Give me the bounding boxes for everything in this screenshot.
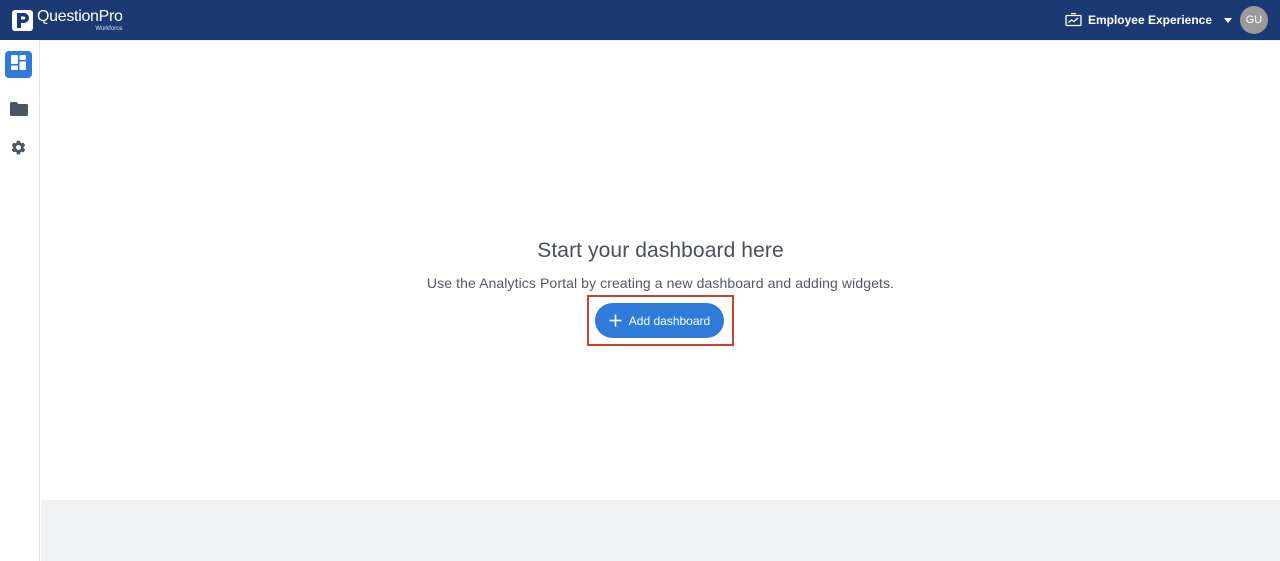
dashboard-icon [10,54,27,76]
brand-logo[interactable]: QuestionPro Workforce [12,7,123,32]
caret-down-icon [1224,17,1232,23]
sidebar-item-dashboard[interactable] [5,51,32,78]
add-dashboard-button[interactable]: Add dashboard [594,303,725,338]
left-sidebar [0,40,40,561]
footer-band [41,500,1280,561]
user-avatar[interactable]: GU [1240,6,1268,34]
brand-name: QuestionPro [37,7,123,25]
product-label: Employee Experience [1087,13,1212,27]
product-switcher[interactable]: Employee Experience [1065,12,1232,28]
top-navbar: QuestionPro Workforce Employee Experienc… [0,0,1280,40]
topbar-right: Employee Experience GU [1065,6,1268,34]
highlight-box: Add dashboard [586,295,735,346]
add-dashboard-label: Add dashboard [628,313,711,328]
folder-icon [9,102,28,121]
empty-state-subtitle: Use the Analytics Portal by creating a n… [426,275,895,291]
gear-icon [10,139,27,161]
empty-state: Start your dashboard here Use the Analyt… [41,239,1280,346]
main-content: Start your dashboard here Use the Analyt… [41,40,1280,500]
empty-state-title: Start your dashboard here [537,239,784,262]
brand-text: QuestionPro Workforce [37,7,123,32]
sidebar-item-folders[interactable] [5,98,32,125]
questionpro-logo-icon [12,9,33,31]
sidebar-item-settings[interactable] [5,136,32,163]
plus-icon [609,314,622,327]
presentation-chart-icon [1065,12,1082,28]
brand-subtitle: Workforce [95,25,123,32]
